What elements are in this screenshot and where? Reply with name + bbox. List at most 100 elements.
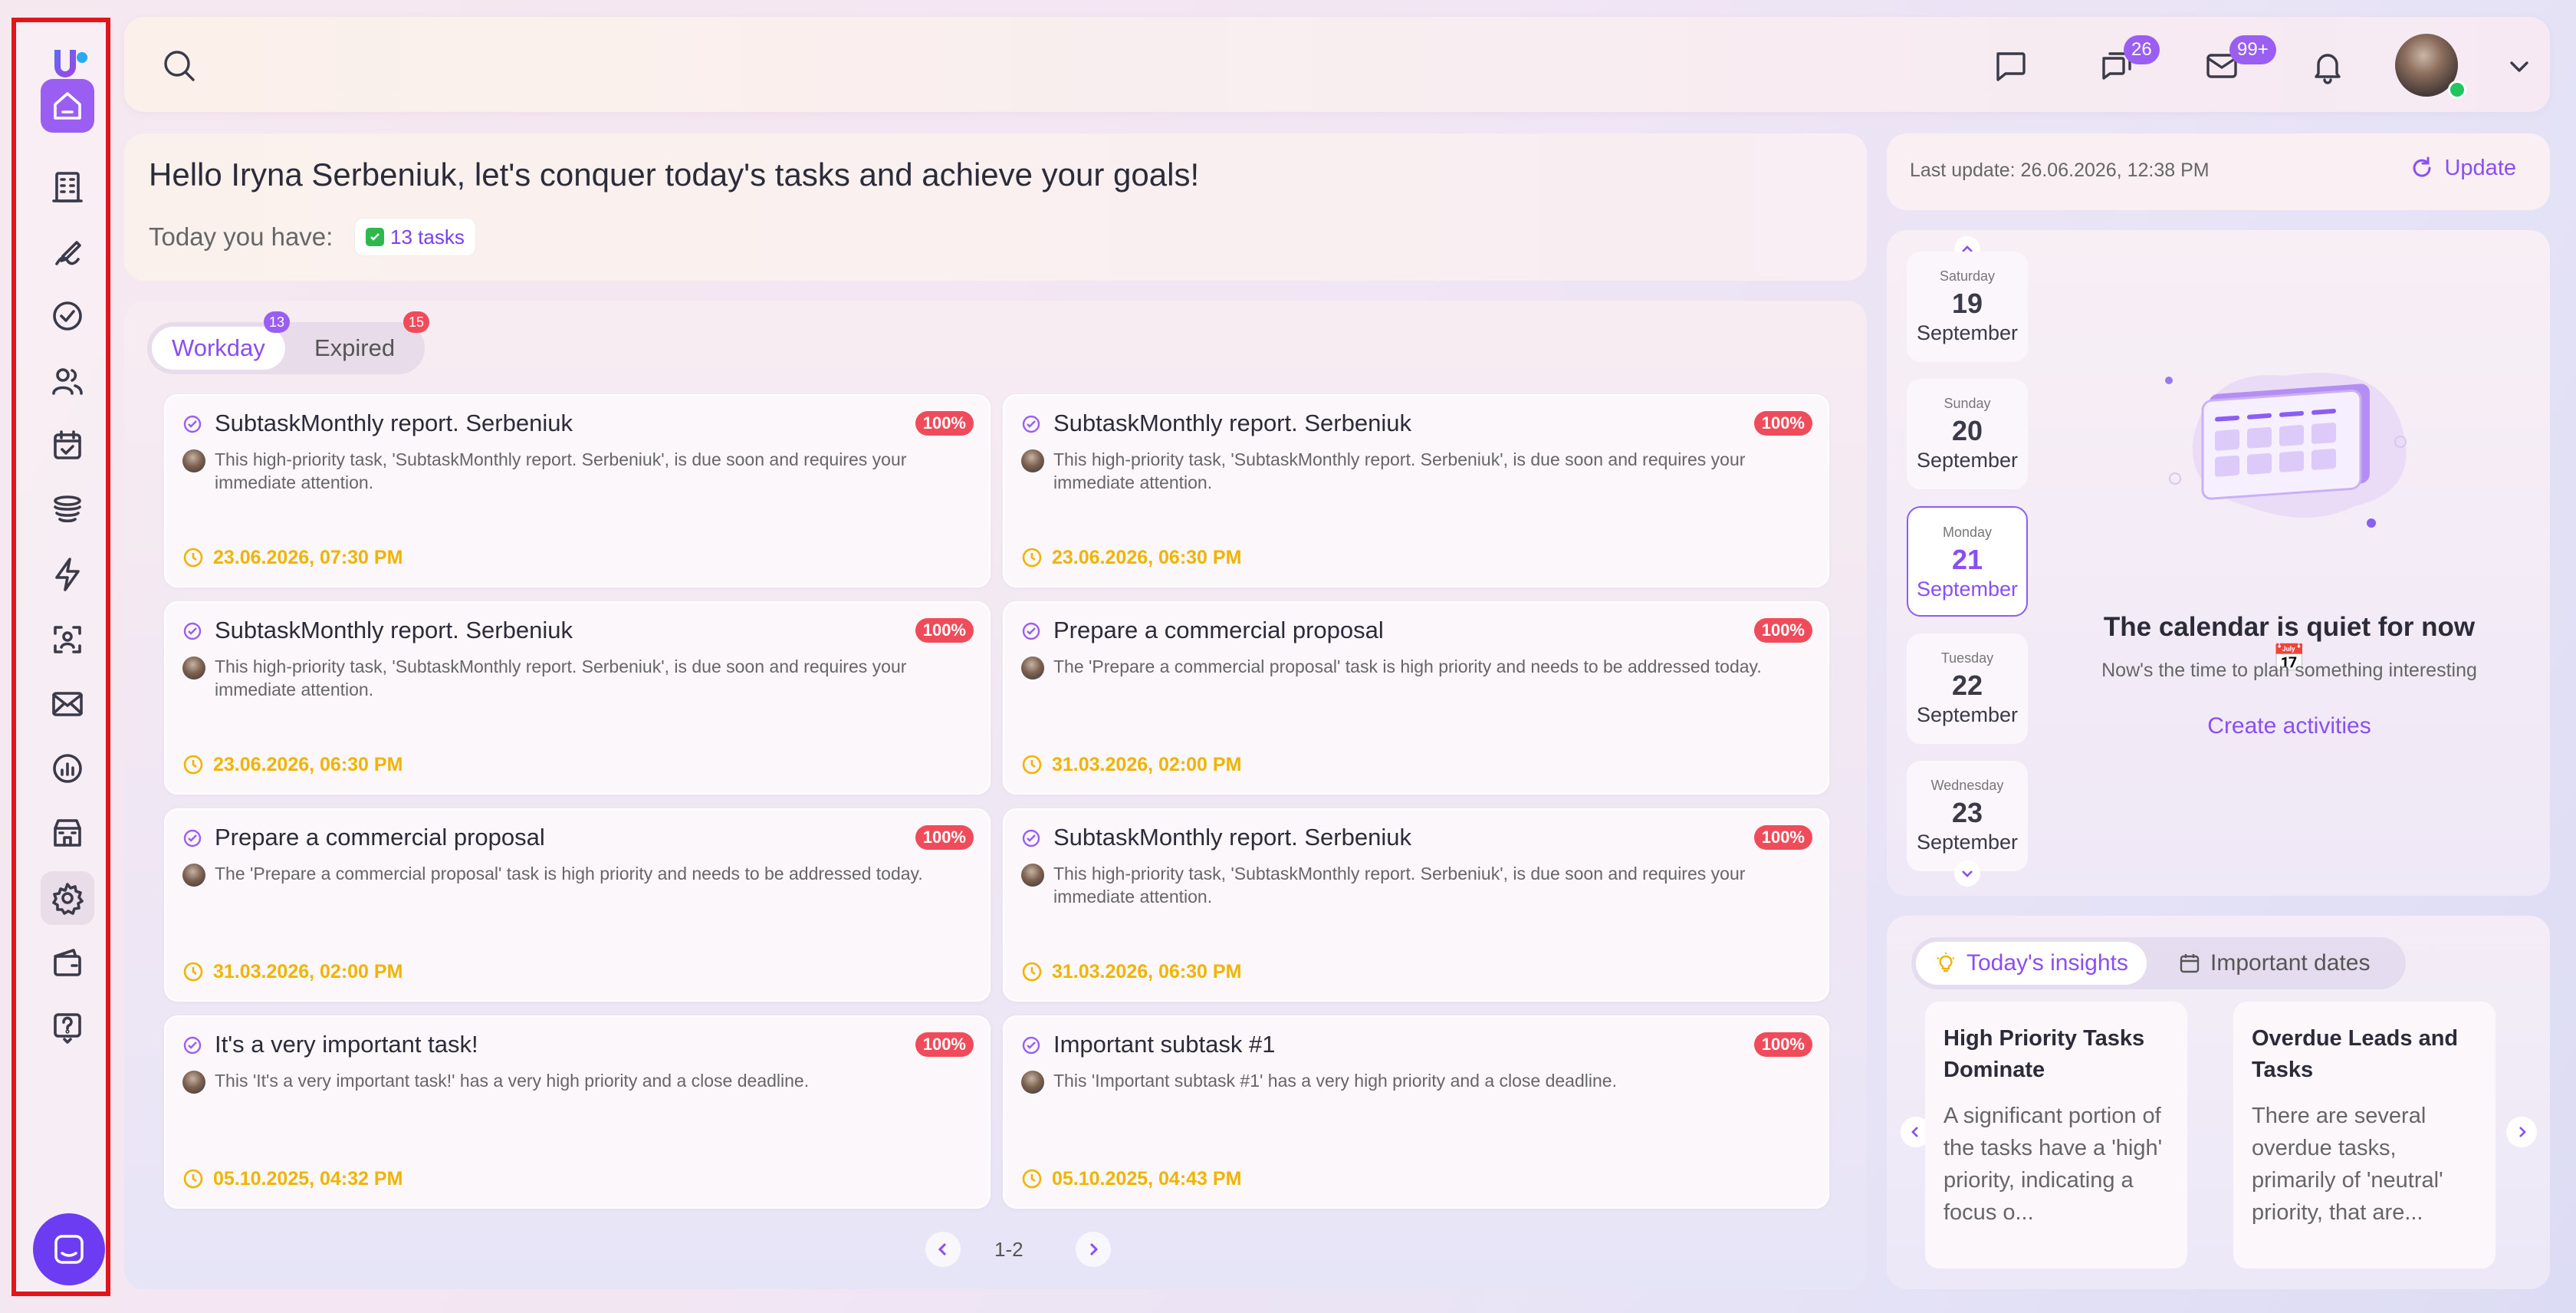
task-description: The 'Prepare a commercial proposal' task… [1053, 656, 1762, 676]
tasks-count-chip[interactable]: 13 tasks [354, 218, 476, 256]
task-card[interactable]: SubtaskMonthly report. Serbeniuk 100% This… [164, 601, 991, 795]
online-status-dot [2448, 81, 2466, 99]
bell-icon[interactable] [2306, 44, 2349, 87]
task-check-icon [1022, 415, 1040, 433]
insight-title: High Priority Tasks Dominate [1944, 1026, 2145, 1082]
calendar-day[interactable]: Monday 21 September [1907, 506, 2028, 617]
clock-icon [1022, 962, 1042, 982]
task-check-icon [1022, 1036, 1040, 1055]
insights-next-button[interactable] [2506, 1117, 2537, 1147]
sidebar-item-companies[interactable] [41, 160, 94, 214]
sidebar-item-scan[interactable] [41, 613, 94, 666]
calendar-day[interactable]: Wednesday 23 September [1907, 761, 2028, 871]
task-title: SubtaskMonthly report. Serbeniuk [1053, 824, 1411, 851]
task-card[interactable]: Prepare a commercial proposal 100% The 'Pr… [164, 808, 991, 1002]
task-card[interactable]: It's a very important task! 100% This 'It'… [164, 1015, 991, 1209]
search-icon[interactable] [158, 44, 201, 87]
insight-body: There are several overdue tasks, primari… [2252, 1104, 2443, 1225]
last-update-card: Last update: 26.06.2026, 12:38 PM Update [1887, 133, 2550, 210]
assignee-avatar [1021, 864, 1044, 887]
prev-page-button[interactable] [925, 1232, 961, 1267]
task-deadline: 31.03.2026, 06:30 PM [1021, 960, 1241, 983]
sidebar-item-funnels[interactable] [41, 483, 94, 537]
mail-badge: 99+ [2229, 35, 2276, 64]
task-card[interactable]: Prepare a commercial proposal 100% The 'Pr… [1003, 601, 1829, 795]
insight-item[interactable]: Overdue Leads and Tasks There are severa… [2233, 1002, 2496, 1269]
sidebar-item-calendar[interactable] [41, 419, 94, 472]
chevron-right-icon [1089, 1242, 1099, 1256]
home-icon [54, 92, 81, 120]
tab-expired[interactable]: Expired [294, 327, 415, 370]
create-activities-link[interactable]: Create activities [2086, 713, 2492, 739]
calendar-day[interactable]: Sunday 20 September [1907, 379, 2028, 489]
task-title: SubtaskMonthly report. Serbeniuk [1053, 410, 1411, 436]
sidebar-item-store[interactable] [41, 806, 94, 860]
insights-tabs: Today's insights Important dates [1911, 937, 2406, 989]
sidebar-item-help[interactable] [41, 1000, 94, 1054]
task-deadline: 23.06.2026, 07:30 PM [182, 546, 402, 569]
tab-todays-insights[interactable]: Today's insights [1916, 942, 2147, 985]
calendar-down-button[interactable] [1954, 861, 1980, 887]
calendar-day[interactable]: Tuesday 22 September [1907, 633, 2028, 744]
greeting-text: Hello Iryna Serbeniuk, let's conquer tod… [149, 156, 1200, 193]
next-page-button[interactable] [1076, 1232, 1111, 1267]
support-chat-button[interactable] [33, 1213, 105, 1285]
update-button[interactable]: Update [2409, 155, 2516, 181]
task-title: Important subtask #1 [1053, 1031, 1276, 1058]
sidebar-item-home[interactable] [41, 79, 94, 133]
sidebar-item-analytics[interactable] [41, 742, 94, 795]
task-card[interactable]: SubtaskMonthly report. Serbeniuk 100% This… [1003, 394, 1829, 587]
top-bar: 26 99+ [124, 17, 2550, 112]
task-card[interactable]: SubtaskMonthly report. Serbeniuk 100% This… [1003, 808, 1829, 1002]
last-update-text: Last update: 26.06.2026, 12:38 PM [1910, 160, 2210, 181]
task-check-icon [183, 622, 202, 640]
task-description: This high-priority task, 'SubtaskMonthly… [1053, 449, 1746, 492]
day-number: 22 [1951, 670, 1983, 701]
refresh-icon [2413, 156, 2431, 177]
task-check-icon [183, 415, 202, 433]
sidebar-item-automation[interactable] [41, 548, 94, 601]
sidebar-item-wallet[interactable] [41, 936, 94, 989]
sidebar-item-settings[interactable] [41, 871, 94, 925]
day-number: 19 [1951, 288, 1983, 319]
check-circle-icon [53, 301, 82, 331]
tasks-chip-label: 13 tasks [390, 225, 465, 248]
day-number: 21 [1951, 544, 1983, 575]
sidebar-item-contacts[interactable] [41, 354, 94, 408]
clock-icon [1022, 1169, 1042, 1189]
task-deadline-text: 23.06.2026, 06:30 PM [1052, 546, 1242, 568]
calendar-empty-subtitle: Now's the time to plan something interes… [2101, 660, 2477, 681]
clock-icon [183, 548, 203, 568]
lightning-icon [55, 558, 80, 591]
sidebar-item-mail[interactable] [41, 677, 94, 731]
task-progress-badge: 100% [1753, 618, 1812, 643]
chat-widget-icon [54, 1235, 84, 1264]
tab-important-dates[interactable]: Important dates [2160, 942, 2388, 985]
day-of-week: Tuesday [1940, 650, 1994, 666]
day-month: September [1916, 703, 2019, 726]
calendar-day[interactable]: Saturday 19 September [1907, 252, 2028, 362]
users-icon [52, 368, 83, 395]
day-month: September [1916, 831, 2019, 854]
task-card[interactable]: Important subtask #1 100% This 'Important … [1003, 1015, 1829, 1209]
task-deadline-text: 05.10.2025, 04:43 PM [1052, 1167, 1242, 1190]
task-card[interactable]: SubtaskMonthly report. Serbeniuk 100% This… [164, 394, 991, 587]
messages-icon[interactable] [1989, 44, 2032, 87]
chevron-down-icon[interactable] [2498, 44, 2541, 87]
task-deadline: 31.03.2026, 02:00 PM [1021, 753, 1241, 776]
sidebar-item-tasks[interactable] [41, 289, 94, 343]
chart-icon [53, 754, 82, 783]
calendar-card: Saturday 19 September Sunday 20 September Mond… [1887, 230, 2550, 896]
update-button-label: Update [2444, 155, 2516, 180]
calendar-check-icon [54, 430, 81, 459]
task-deadline: 05.10.2025, 04:32 PM [182, 1167, 402, 1190]
assignee-avatar [182, 1071, 205, 1094]
sidebar-item-signatures[interactable] [41, 225, 94, 278]
task-check-icon [183, 829, 202, 847]
insight-item[interactable]: High Priority Tasks Dominate A significa… [1925, 1002, 2187, 1269]
empty-calendar-illustration [2165, 373, 2407, 528]
task-progress-badge: 100% [1753, 411, 1812, 436]
task-deadline-text: 31.03.2026, 06:30 PM [1052, 960, 1242, 982]
tab-workday[interactable]: Workday [152, 327, 285, 370]
task-description: This high-priority task, 'SubtaskMonthly… [215, 656, 907, 699]
